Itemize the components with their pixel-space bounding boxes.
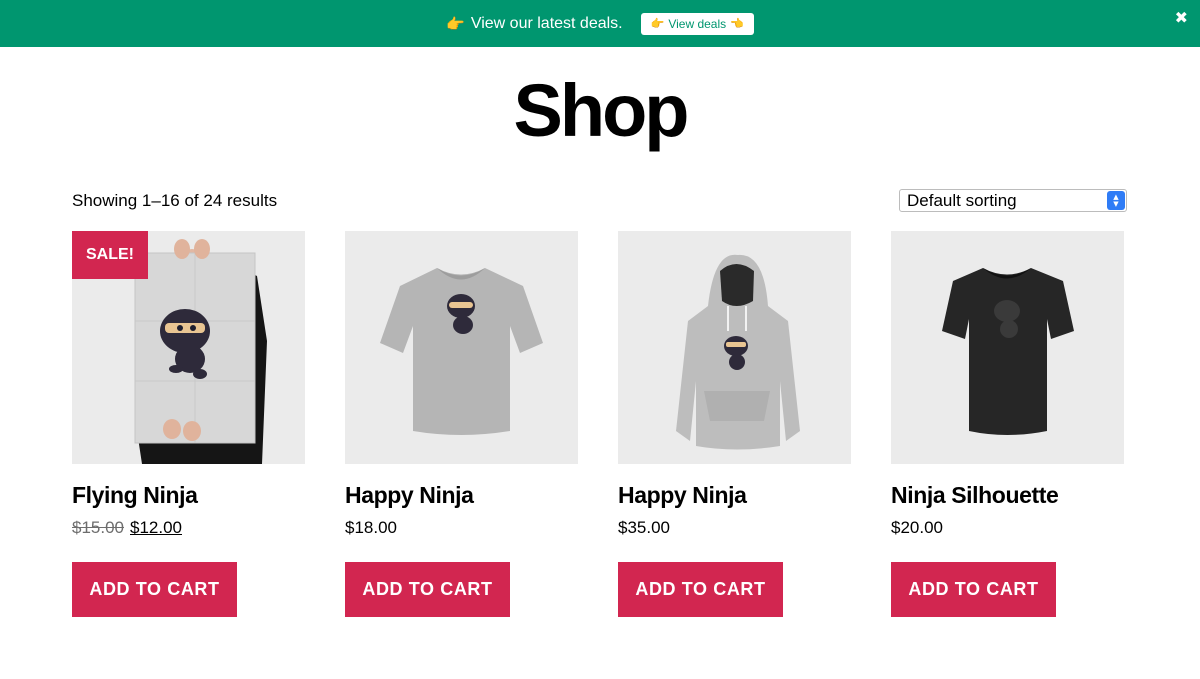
promo-banner: 👉 View our latest deals. 👉 View deals 👈 … — [0, 0, 1200, 47]
product-name[interactable]: Happy Ninja — [345, 481, 578, 509]
add-to-cart-button[interactable]: ADD TO CART — [345, 562, 510, 617]
page-title: Shop — [513, 69, 690, 152]
add-to-cart-button[interactable]: ADD TO CART — [618, 562, 783, 617]
select-arrows-icon: ▲ ▼ — [1107, 191, 1125, 210]
product-card: Happy Ninja $35.00 ADD TO CART — [618, 231, 851, 617]
sale-badge: SALE! — [72, 231, 148, 279]
promo-text: View our latest deals. — [470, 14, 623, 32]
tshirt-icon — [345, 231, 578, 464]
sale-price: $12.00 — [130, 518, 182, 537]
product-price: $20.00 — [891, 518, 943, 537]
product-price: $15.00 $12.00 — [72, 517, 305, 539]
hoodie-icon — [618, 231, 851, 464]
product-card: Ninja Silhouette $20.00 ADD TO CART — [891, 231, 1124, 617]
product-image[interactable]: SALE! — [72, 231, 305, 464]
product-name[interactable]: Ninja Silhouette — [891, 481, 1124, 509]
pointing-left-icon: 👈 — [730, 17, 744, 30]
promo-content: 👉 View our latest deals. 👉 View deals 👈 — [446, 12, 754, 35]
product-image[interactable] — [618, 231, 851, 464]
close-icon[interactable]: ✖ — [1175, 8, 1188, 27]
product-card: SALE! Flying Ninja $15.00 $12.00 ADD TO C — [72, 231, 305, 617]
view-deals-label: View deals — [668, 16, 727, 31]
promo-message: 👉 View our latest deals. — [446, 15, 622, 33]
product-name[interactable]: Flying Ninja — [72, 481, 305, 509]
regular-price: $15.00 — [72, 518, 124, 537]
product-image[interactable] — [345, 231, 578, 464]
sorting-selected-value: Default sorting — [907, 190, 1017, 210]
result-count: Showing 1–16 of 24 results — [72, 191, 278, 210]
add-to-cart-button[interactable]: ADD TO CART — [891, 562, 1056, 617]
sorting-select[interactable]: Default sorting ▲ ▼ — [899, 189, 1127, 212]
pointing-hand-icon: 👉 — [446, 14, 465, 33]
pointing-right-icon: 👉 — [650, 17, 665, 30]
product-name[interactable]: Happy Ninja — [618, 481, 851, 509]
view-deals-button[interactable]: 👉 View deals 👈 — [640, 12, 754, 35]
black-tshirt-icon — [891, 231, 1124, 464]
product-card: Happy Ninja $18.00 ADD TO CART — [345, 231, 578, 617]
product-image[interactable] — [891, 231, 1124, 464]
add-to-cart-button[interactable]: ADD TO CART — [72, 562, 237, 617]
product-price: $35.00 — [618, 518, 670, 537]
product-price: $18.00 — [345, 518, 397, 537]
